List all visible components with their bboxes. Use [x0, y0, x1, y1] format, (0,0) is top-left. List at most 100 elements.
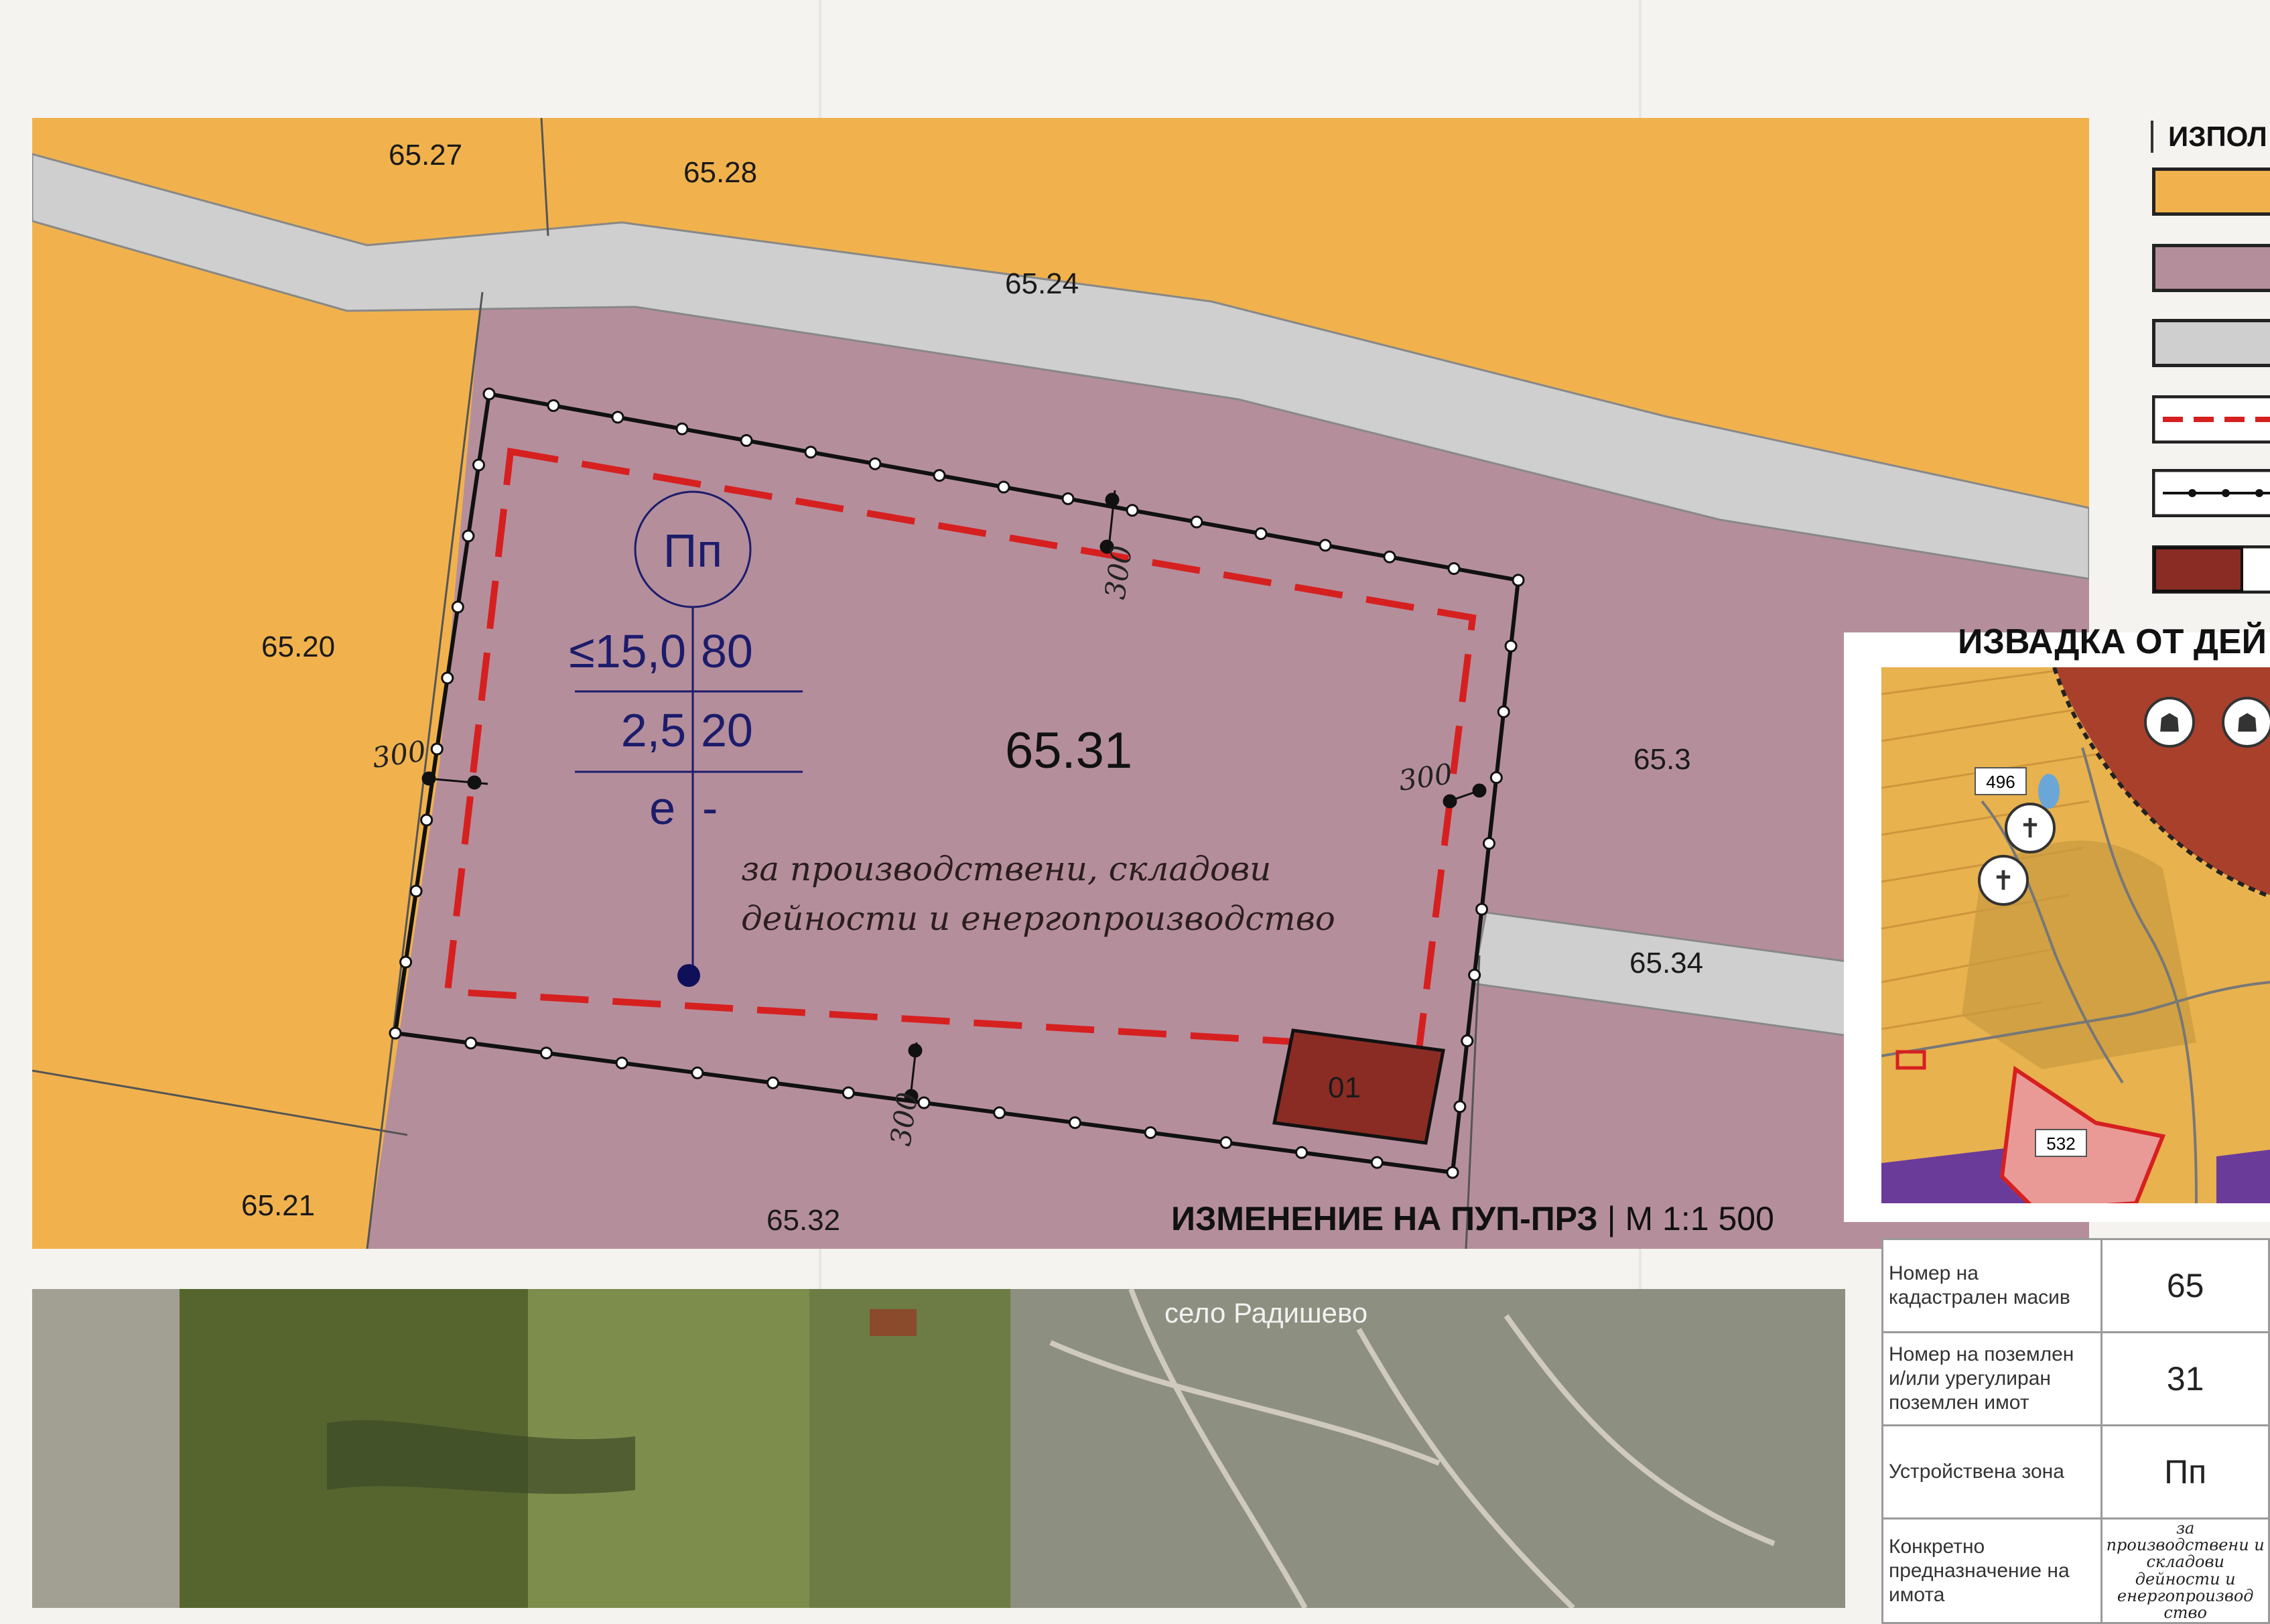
survey-point — [1461, 1034, 1474, 1048]
survey-point — [464, 1036, 478, 1050]
survey-point — [1497, 705, 1510, 718]
plot-label-65-27[interactable]: 65.27 — [389, 139, 462, 172]
purpose-line-2: дейности и енергопроизводство — [741, 899, 1335, 938]
survey-point — [420, 813, 433, 827]
survey-point — [740, 434, 753, 447]
survey-point — [1489, 771, 1503, 785]
survey-point — [1068, 1116, 1081, 1130]
table-value: Пп — [2100, 1424, 2270, 1519]
table-label: Номер на кадастрален масив — [1881, 1238, 2103, 1333]
plot-label-65-3[interactable]: 65.3 — [1633, 743, 1691, 776]
photo-field — [809, 1289, 1010, 1608]
extract-water-body — [2038, 774, 2060, 809]
church-icon: ✝ — [1978, 855, 2029, 906]
survey-point — [1219, 1136, 1233, 1149]
legend-swatch-building[interactable] — [2152, 545, 2270, 594]
table-row: Номер на поземлен и/или урегулиран позем… — [1881, 1331, 2270, 1426]
purpose-line-1: за производствени, складови — [741, 850, 1271, 888]
zone-intensity: 2,5 — [621, 704, 686, 756]
photo-rocky-area — [32, 1289, 180, 1608]
survey-point — [1504, 639, 1518, 653]
table-row: Номер на кадастрален масив 65 — [1881, 1238, 2270, 1333]
zone-dash: - — [702, 782, 718, 834]
photo-village-area — [1010, 1289, 1845, 1608]
survey-point — [691, 1066, 704, 1079]
survey-point — [1512, 573, 1525, 587]
survey-point — [1446, 1166, 1459, 1179]
svg-text:☗: ☗ — [2236, 709, 2259, 738]
survey-point — [804, 446, 817, 459]
survey-point — [389, 1026, 402, 1040]
table-value: 31 — [2100, 1331, 2270, 1426]
monument-icon: ☗ — [2222, 697, 2270, 748]
legend-swatch-building-line[interactable] — [2152, 395, 2270, 444]
table-label: Устройствена зона — [1881, 1424, 2103, 1519]
survey-point — [547, 399, 560, 412]
monument-icon: ☗ — [2144, 697, 2195, 748]
aerial-photo[interactable]: село Радишево — [32, 1289, 1845, 1608]
legend-swatch-production[interactable] — [2152, 244, 2270, 292]
survey-point — [615, 1057, 628, 1070]
survey-point — [1468, 968, 1481, 982]
survey-point — [1447, 562, 1461, 576]
survey-point — [766, 1076, 780, 1089]
survey-point — [409, 884, 423, 898]
main-plot-label[interactable]: 65.31 — [1005, 722, 1132, 779]
extract-map[interactable]: 496 532 ✝ ✝ ☗ ☗ — [1881, 667, 2270, 1203]
extract-label-532[interactable]: 532 — [2046, 1134, 2075, 1154]
table-row: Конкретно предназначение на имота за про… — [1881, 1517, 2270, 1624]
plot-label-65-20[interactable]: 65.20 — [261, 630, 335, 663]
survey-point — [993, 1106, 1006, 1120]
survey-point — [675, 422, 689, 435]
plot-label-65-28[interactable]: 65.28 — [683, 156, 757, 189]
legend-header: ИЗПОЛ — [2151, 121, 2267, 153]
table-label: Номер на поземлен и/или урегулиран позем… — [1881, 1331, 2103, 1426]
survey-point — [1144, 1126, 1157, 1140]
zone-e: е — [649, 782, 675, 834]
survey-point — [868, 457, 882, 470]
plot-label-65-32[interactable]: 65.32 — [766, 1204, 840, 1237]
photo-building-roofs — [870, 1309, 917, 1336]
zone-code: Пп — [663, 525, 722, 577]
table-label: Конкретно предназначение на имота — [1881, 1517, 2103, 1624]
survey-point — [842, 1086, 855, 1099]
map-title: ИЗМЕНЕНИЕ НА ПУП-ПРЗ | М 1:1 500 — [1171, 1199, 1774, 1238]
legend-swatch-residential[interactable] — [2152, 167, 2270, 216]
survey-point — [399, 955, 413, 969]
survey-point — [430, 742, 444, 756]
legend-swatch-road[interactable] — [2152, 319, 2270, 367]
survey-point — [1061, 492, 1075, 505]
survey-point — [1453, 1100, 1467, 1113]
survey-point — [539, 1046, 553, 1060]
survey-point — [482, 387, 496, 401]
survey-point — [1295, 1146, 1309, 1159]
survey-point — [1370, 1156, 1384, 1169]
survey-point — [1482, 837, 1495, 850]
survey-point — [1475, 902, 1489, 916]
survey-point — [1319, 539, 1332, 552]
survey-point — [472, 458, 485, 472]
extract-label-496[interactable]: 496 — [1986, 772, 2015, 792]
survey-point — [1254, 527, 1268, 540]
survey-point — [1190, 515, 1203, 529]
building-01-label: 01 — [1328, 1071, 1361, 1104]
svg-text:☗: ☗ — [2158, 709, 2181, 738]
zone-max-height: ≤15,0 — [569, 625, 686, 677]
survey-point — [1383, 550, 1396, 563]
svg-text:✝: ✝ — [1992, 866, 2015, 896]
extract-purple-zone-right — [2216, 1150, 2270, 1203]
church-icon: ✝ — [2005, 803, 2056, 854]
survey-point — [997, 480, 1010, 494]
main-plan-map[interactable]: 300 300 300 300 01 Пп ≤15,0 80 2,5 20 е … — [32, 118, 2089, 1249]
road-label-65-24[interactable]: 65.24 — [1005, 267, 1079, 300]
table-value: за производствени и складови дейности и … — [2100, 1517, 2270, 1624]
extract-title: ИЗВАДКА ОТ ДЕЙ — [1958, 622, 2267, 661]
legend-swatch-plot-boundary[interactable] — [2152, 469, 2270, 517]
map-scale: М 1:1 500 — [1625, 1200, 1774, 1237]
road-label-65-34[interactable]: 65.34 — [1629, 947, 1703, 979]
survey-point — [1126, 504, 1139, 517]
survey-point — [462, 529, 475, 543]
plot-label-65-21[interactable]: 65.21 — [241, 1189, 315, 1222]
table-value: 65 — [2100, 1238, 2270, 1333]
village-label[interactable]: село Радишево — [1164, 1297, 1367, 1329]
